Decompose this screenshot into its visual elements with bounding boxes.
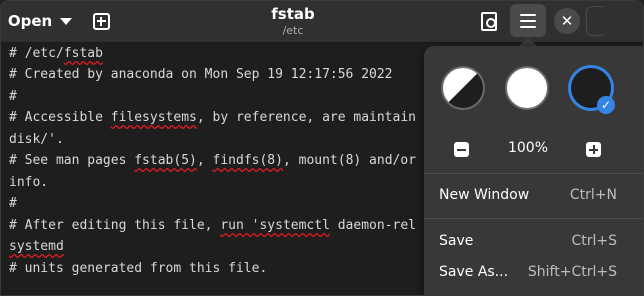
- document-path: /etc: [282, 24, 304, 37]
- chevron-down-icon: [60, 17, 73, 25]
- menu-item-label: Save: [439, 233, 474, 249]
- menu-item-new-window[interactable]: New Window Ctrl+N: [439, 182, 634, 208]
- zoom-row: 100%: [424, 134, 643, 164]
- open-button-label: Open: [7, 12, 53, 30]
- spelling-error[interactable]: findfs(8): [213, 153, 283, 168]
- editor-line: # After editing this file, run 'systemct…: [9, 217, 416, 235]
- editor-line: # Created by anaconda on Mon Sep 19 12:1…: [9, 66, 393, 84]
- hamburger-menu-icon-bar: [520, 25, 536, 28]
- menu-item-shortcut: Shift+Ctrl+S: [527, 264, 617, 280]
- line-text: #: [9, 89, 17, 104]
- line-text: # See man pages fstab(5), findfs(8), mou…: [9, 153, 417, 168]
- menu-item-save-as[interactable]: Save As... Shift+Ctrl+S: [439, 259, 634, 285]
- zoom-level[interactable]: 100%: [494, 140, 562, 156]
- editor-line: disk/'.: [9, 131, 64, 149]
- line-text: disk/'.: [9, 132, 64, 147]
- editor-line: systemd: [9, 238, 64, 256]
- spelling-error[interactable]: filesystems: [111, 110, 197, 125]
- close-icon: ✕: [560, 12, 574, 30]
- menu-item-label: Save As...: [439, 264, 509, 280]
- close-button[interactable]: ✕: [554, 8, 580, 34]
- line-text: systemd: [9, 239, 64, 254]
- open-button[interactable]: Open: [5, 6, 75, 36]
- background-window-edge: [586, 6, 606, 36]
- app-window: Open fstab /etc ✕ # /etc/fstab # Created…: [0, 0, 644, 296]
- hamburger-menu-icon: [520, 13, 536, 16]
- editor-line: # /etc/fstab: [9, 45, 103, 63]
- line-text: info.: [9, 175, 49, 190]
- menu-item-shortcut: Ctrl+N: [569, 187, 617, 203]
- find-button[interactable]: [474, 7, 504, 35]
- zoom-in-button[interactable]: [586, 142, 601, 157]
- line-text: # Accessible filesystems, by reference, …: [9, 110, 416, 125]
- main-menu-popover: ✓ 100% New Window Ctrl+N Save Ctrl+S Sav…: [424, 46, 643, 295]
- menu-item-save[interactable]: Save Ctrl+S: [439, 228, 634, 254]
- line-text: # units generated from this file.: [9, 261, 268, 276]
- new-tab-button[interactable]: [87, 7, 115, 35]
- spelling-error[interactable]: fstab: [64, 46, 103, 61]
- editor-line: # units generated from this file.: [9, 260, 267, 278]
- editor-line: #: [9, 195, 17, 213]
- header-bar: Open fstab /etc ✕: [1, 1, 643, 43]
- spelling-error[interactable]: run 'systemctl: [220, 218, 330, 233]
- line-text: # /etc/fstab: [9, 46, 103, 61]
- line-text: #: [9, 196, 17, 211]
- document-title: fstab: [271, 5, 315, 23]
- menu-item-shortcut: Ctrl+S: [571, 233, 617, 249]
- checkmark-icon: ✓: [597, 96, 615, 114]
- spelling-error[interactable]: systemd: [9, 239, 64, 254]
- editor-line: # See man pages fstab(5), findfs(8), mou…: [9, 152, 416, 170]
- editor-line: info.: [9, 174, 48, 192]
- new-tab-icon: [92, 12, 110, 30]
- hamburger-menu-icon-bar: [520, 19, 536, 22]
- editor-line: #: [9, 88, 17, 106]
- title-block: fstab /etc: [231, 4, 355, 38]
- line-text: # After editing this file, run 'systemct…: [9, 218, 416, 233]
- zoom-out-button[interactable]: [454, 142, 469, 157]
- menu-item-label: New Window: [439, 187, 530, 203]
- menu-separator: [424, 218, 643, 219]
- main-menu-button[interactable]: [510, 4, 546, 37]
- editor-line: # Accessible filesystems, by reference, …: [9, 109, 416, 127]
- spelling-error[interactable]: fstab(5): [134, 153, 197, 168]
- popover-arrow: [519, 37, 537, 46]
- style-system-button[interactable]: [441, 66, 485, 110]
- document-search-icon: [481, 11, 497, 31]
- style-light-button[interactable]: [505, 66, 549, 110]
- menu-separator: [424, 173, 643, 174]
- line-text: # Created by anaconda on Mon Sep 19 12:1…: [9, 67, 393, 82]
